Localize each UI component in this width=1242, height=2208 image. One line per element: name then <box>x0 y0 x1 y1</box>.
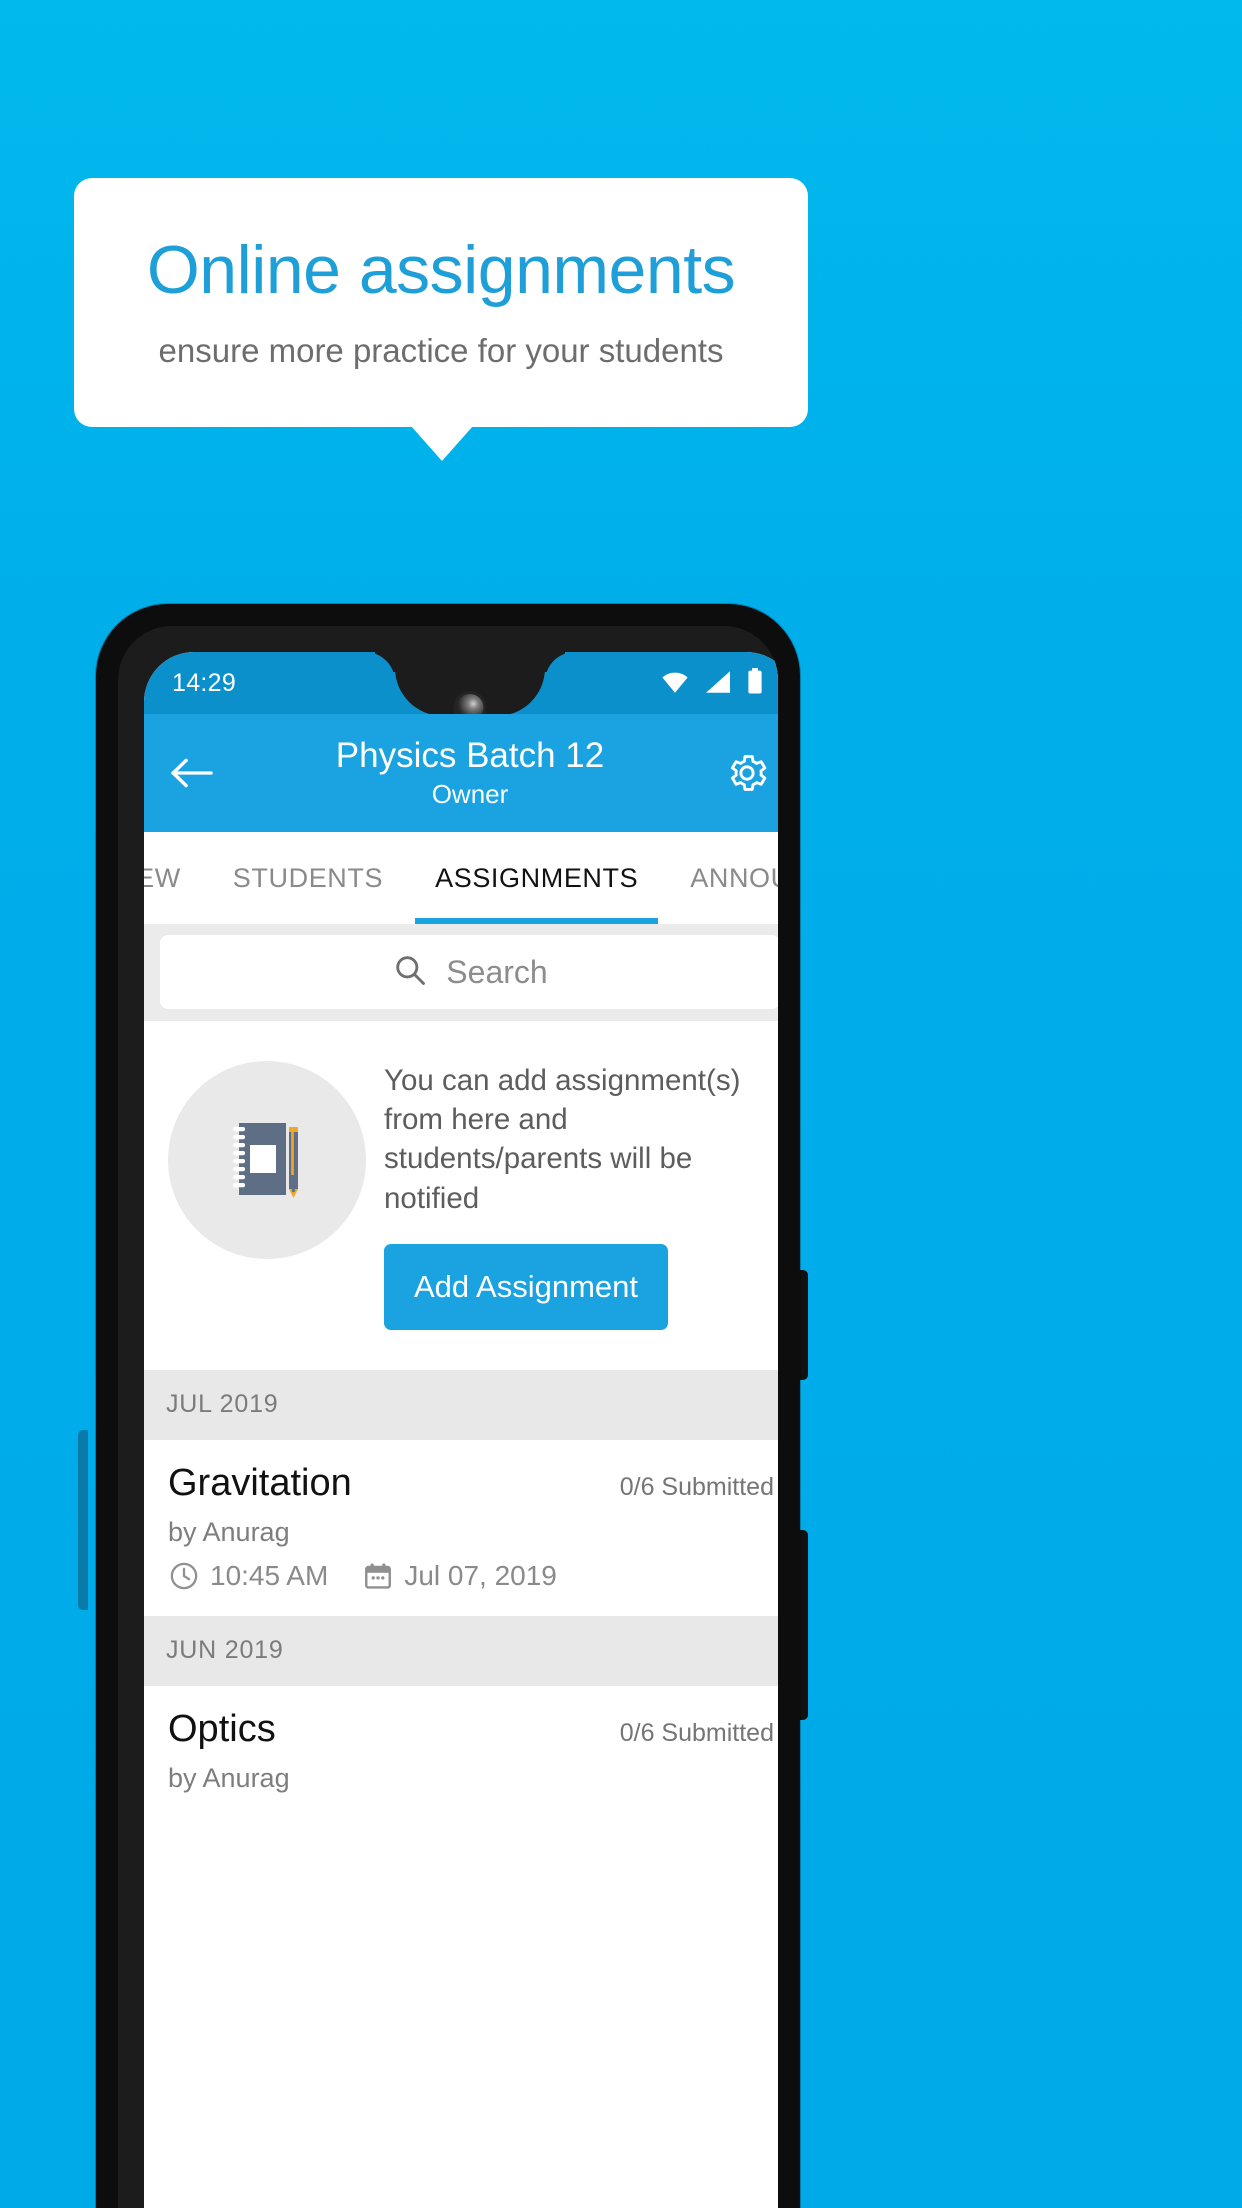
empty-state-content: You can add assignment(s) from here and … <box>384 1055 774 1330</box>
page-title: Physics Batch 12 <box>335 735 605 775</box>
tab-overview[interactable]: IEW <box>144 832 207 924</box>
phone-screen: 14:29 Physics Batch 12 Owner EW STUDENTS… <box>144 652 778 2208</box>
tab-students-label: STUDENTS <box>232 862 384 893</box>
empty-state-text: You can add assignment(s) from here and … <box>384 1064 741 1215</box>
assignment-header: Optics 0/6 Submitted <box>168 1708 774 1751</box>
wifi-icon <box>660 670 690 699</box>
empty-state-card: You can add assignment(s) from here and … <box>144 1021 778 1370</box>
calendar-icon <box>362 1560 394 1592</box>
clock-icon <box>168 1560 200 1592</box>
tab-students[interactable]: STUDENTS <box>207 832 409 924</box>
tab-overview-label: IEW <box>144 862 181 893</box>
app-bar-titles: Physics Batch 12 Owner <box>226 736 714 810</box>
tab-assignments-label: ASSIGNMENTS <box>435 862 639 893</box>
search-icon <box>392 952 428 993</box>
month-header-jul: JUL 2019 <box>144 1369 778 1440</box>
search-container: Search <box>144 924 778 1021</box>
search-input[interactable]: Search <box>160 935 778 1009</box>
assignment-row-gravitation[interactable]: Gravitation 0/6 Submitted by Anurag 10:4… <box>144 1439 778 1616</box>
status-bar-icons <box>660 667 772 699</box>
assignment-time: 10:45 AM <box>210 1559 329 1591</box>
promo-title: Online assignments <box>146 231 736 308</box>
assignment-author: by Anurag <box>168 1762 290 1793</box>
assignment-header: Gravitation 0/6 Submitted <box>168 1462 774 1505</box>
page-subtitle: Owner <box>431 779 509 810</box>
promo-callout-card: Online assignments ensure more practice … <box>74 178 808 427</box>
assignment-meta: 10:45 AM Jul 07, 2019 <box>168 1560 774 1592</box>
battery-icon <box>746 667 764 699</box>
status-bar: 14:29 <box>144 652 778 721</box>
assignment-title: Gravitation <box>168 1461 352 1504</box>
tab-assignments[interactable]: ASSIGNMENTS <box>409 832 664 924</box>
tab-announcements[interactable]: ANNOUNCEM <box>664 832 778 924</box>
add-assignment-button[interactable]: Add Assignment <box>384 1243 669 1330</box>
phone-bezel: 14:29 Physics Batch 12 Owner EW STUDENTS… <box>118 626 778 2208</box>
search-placeholder: Search <box>446 953 548 990</box>
tab-announcements-label: ANNOUNCEM <box>690 862 778 893</box>
status-bar-clock: 14:29 <box>172 668 237 697</box>
assignment-row-optics[interactable]: Optics 0/6 Submitted by Anurag <box>144 1685 778 1818</box>
assignment-author: by Anurag <box>168 1516 290 1547</box>
promo-callout-tail <box>411 426 473 461</box>
settings-button[interactable] <box>714 750 770 796</box>
assignment-submitted-count: 0/6 Submitted <box>619 1472 774 1501</box>
assignment-submitted-count: 0/6 Submitted <box>619 1718 774 1747</box>
month-header-jun: JUN 2019 <box>144 1615 778 1686</box>
back-button[interactable] <box>170 756 226 790</box>
tab-bar: IEW STUDENTS ASSIGNMENTS ANNOUNCEM <box>144 832 778 924</box>
assignment-date: Jul 07, 2019 <box>404 1559 557 1591</box>
phone-volume-button <box>78 1430 88 1610</box>
assignment-title: Optics <box>168 1707 276 1750</box>
notebook-pen-icon <box>168 1061 366 1259</box>
app-bar: Physics Batch 12 Owner <box>144 714 778 832</box>
phone-device-frame: 14:29 Physics Batch 12 Owner EW STUDENTS… <box>96 604 800 2208</box>
promo-subtitle: ensure more practice for your students <box>158 332 724 370</box>
signal-icon <box>704 670 732 699</box>
